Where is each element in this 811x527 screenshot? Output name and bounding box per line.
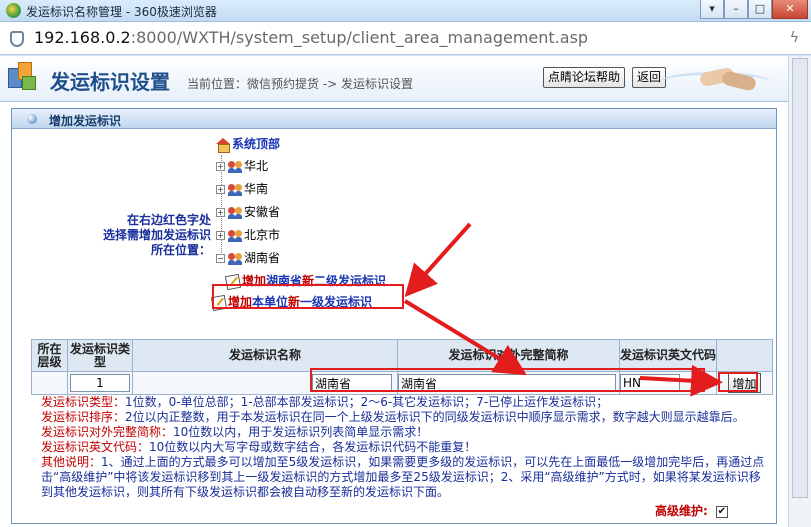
col-header-name: 发运标识名称 [132,339,398,372]
module-logo-icon [8,60,38,92]
tree-node-label[interactable]: 湖南省 [244,251,280,265]
location-tree-area: 在右边红色字处 选择需增加发运标识 所在位置： 系统顶部 + 华北 + 华南 + 安徽… [31,135,777,335]
window-title: 发运标识名称管理 - 360极速浏览器 [26,5,217,19]
home-icon [216,138,230,153]
advanced-maintenance: 高级维护: ✔ [655,502,728,519]
expand-icon[interactable]: + [216,162,225,171]
url-field[interactable]: 192.168.0.2:8000/WXTH/system_setup/clien… [34,28,588,47]
expand-icon[interactable]: + [216,185,225,194]
tree-node-huanan[interactable]: + 华南 [216,180,268,197]
col-header-level: 所在层级 [31,339,68,372]
col-header-fullname: 发运标识对外完整简称 [397,339,620,372]
tree-node-beijing[interactable]: + 北京市 [216,226,280,243]
panel-header: 增加发运标识 [12,109,776,129]
maximize-button[interactable]: □ [748,0,772,19]
tree-root-label[interactable]: 系统顶部 [232,137,280,151]
panel-title: 增加发运标识 [49,114,122,128]
add-identifier-panel: 增加发运标识 在右边红色字处 选择需增加发运标识 所在位置： 系统顶部 + 华北 … [11,108,777,524]
advanced-label: 高级维护: [655,504,708,518]
group-icon [227,160,243,173]
expand-icon[interactable]: + [216,231,225,240]
security-shield-icon[interactable] [10,31,24,47]
breadcrumb: 当前位置：微信预约提货 -> 发运标识设置 [187,77,414,91]
group-icon [227,252,243,265]
tree-node-label[interactable]: 北京市 [244,228,280,242]
col-header-action [716,339,773,372]
tree-node-huabei[interactable]: + 华北 [216,157,268,174]
tree-node-label[interactable]: 安徽省 [244,205,280,219]
tree-node-label[interactable]: 华北 [244,159,268,173]
prompt-line-3: 所在位置： [150,243,211,257]
url-path: :8000/WXTH/system_setup/client_area_mana… [130,28,589,47]
tree-root[interactable]: 系统顶部 [216,135,280,153]
url-host: 192.168.0.2 [34,28,131,47]
address-bar[interactable]: 192.168.0.2:8000/WXTH/system_setup/clien… [0,22,811,55]
group-icon [227,206,243,219]
group-icon [227,229,243,242]
type-cell [67,371,133,395]
browser-logo-icon [6,3,21,18]
minimize-button[interactable]: – [724,0,748,19]
col-header-type: 发运标识类型 [67,339,133,372]
level-cell [31,371,68,395]
scrollbar-thumb[interactable] [792,58,808,498]
handshake-banner-icon [660,58,770,100]
advanced-checkbox[interactable]: ✔ [715,505,728,518]
collapse-icon[interactable]: − [216,254,225,263]
page-content: 发运标识设置 当前位置：微信预约提货 -> 发运标识设置 点睛论坛帮助 返回 增… [0,56,788,527]
window-menu-button[interactable]: ▾ [700,0,724,19]
col-header-code: 发运标识英文代码 [619,339,717,372]
prompt-line-2: 选择需增加发运标识 [102,228,211,242]
vertical-scrollbar[interactable] [788,56,811,527]
browser-titlebar: 发运标识名称管理 - 360极速浏览器 ▾ – □ ✕ [0,0,811,22]
note-line: 发运标识英文代码：10位数以内大写字母或数字结合，各发运标识代码不能重复！ [41,440,477,454]
panel-bullet-icon [27,114,37,124]
tree-node-hunan[interactable]: − 湖南省 [216,249,280,266]
highlight-box-add-top [212,284,404,309]
page-title: 发运标识设置 [50,70,170,94]
group-icon [227,183,243,196]
prompt-line-1: 在右边红色字处 [126,213,211,227]
type-input[interactable] [70,374,130,392]
expand-icon[interactable]: + [216,208,225,217]
note-line: 发运标识对外完整简称：10位数以内，用于发运标识列表简单显示需求！ [41,425,429,439]
note-line: 发运标识类型：1位数，0-单位总部；1-总部本部发运标识；2～6-其它发运标识；… [41,395,609,409]
note-line: 其他说明：1、通过上面的方式最多可以增加至5级发运标识，如果需要更多级的发运标识… [41,455,765,499]
tree-prompt: 在右边红色字处 选择需增加发运标识 所在位置： [81,213,211,258]
close-button[interactable]: ✕ [772,0,808,19]
tree-node-anhui[interactable]: + 安徽省 [216,203,280,220]
highlight-box-add-button [718,372,758,392]
instructions: 发运标识类型：1位数，0-单位总部；1-总部本部发运标识；2～6-其它发运标识；… [41,395,771,500]
lightning-icon[interactable]: ϟ [790,30,799,46]
tree-node-label[interactable]: 华南 [244,182,268,196]
note-line: 发运标识排序：2位以内正整数，用于本发运标识在同一个上级发运标识下的同级发运标识… [41,410,745,424]
forum-help-button[interactable]: 点睛论坛帮助 [543,67,626,88]
highlight-box-inputs [310,368,705,392]
page-header: 发运标识设置 当前位置：微信预约提货 -> 发运标识设置 点睛论坛帮助 返回 [0,56,788,102]
